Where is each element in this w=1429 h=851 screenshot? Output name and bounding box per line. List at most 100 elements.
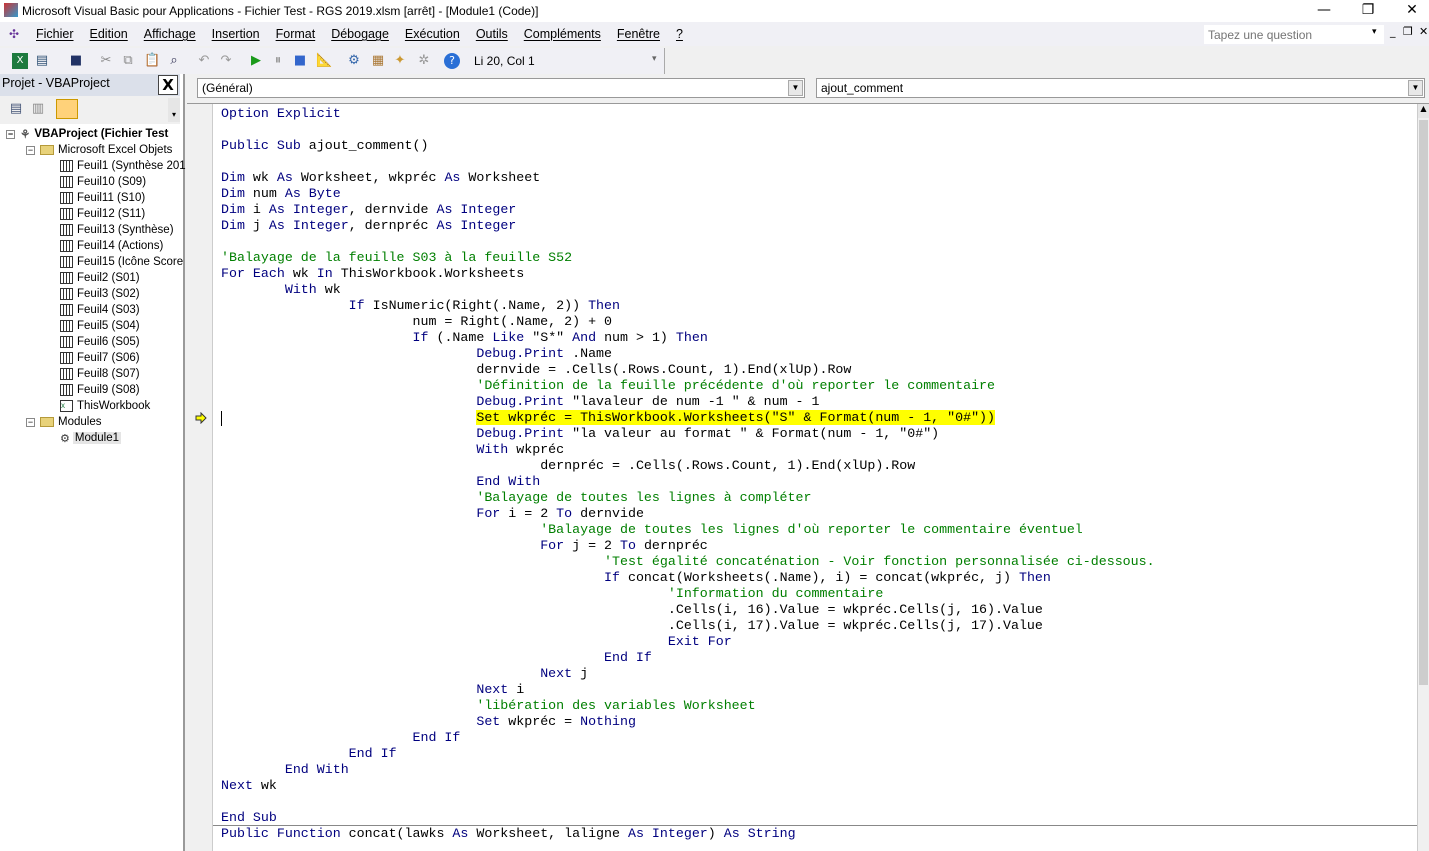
code-line[interactable]: Dim j As Integer, dernpréc As Integer	[221, 218, 1155, 234]
tree-item-sheet[interactable]: Feuil3 (S02)	[60, 286, 140, 302]
code-line[interactable]: num = Right(.Name, 2) + 0	[221, 314, 1155, 330]
code-line[interactable]: Set wkpréc = ThisWorkbook.Worksheets("S"…	[221, 410, 1155, 426]
redo-icon[interactable]: ↷	[218, 53, 234, 69]
object-browser-icon[interactable]: ✦	[392, 53, 408, 69]
project-explorer-close-button[interactable]: X	[158, 75, 178, 95]
copy-icon[interactable]: ⧉	[120, 53, 136, 69]
code-line[interactable]: Next wk	[221, 778, 1155, 794]
tree-item-sheet[interactable]: Feuil1 (Synthèse 201	[60, 158, 186, 174]
tree-item-sheet[interactable]: Feuil7 (S06)	[60, 350, 140, 366]
child-minimize-button[interactable]: _	[1390, 25, 1396, 38]
code-line[interactable]: Dim num As Byte	[221, 186, 1155, 202]
design-mode-icon[interactable]: 📐	[316, 53, 332, 69]
procedure-combo[interactable]: ajout_comment ▼	[816, 78, 1425, 98]
code-line[interactable]: End Sub	[221, 810, 1155, 826]
code-line[interactable]: Exit For	[221, 634, 1155, 650]
menu-9[interactable]: Fenêtre	[609, 27, 668, 41]
vba-menu-icon[interactable]: ✣	[0, 27, 28, 41]
undo-icon[interactable]: ↶	[196, 53, 212, 69]
chevron-down-icon[interactable]: ▼	[788, 80, 803, 96]
code-line[interactable]: End With	[221, 474, 1155, 490]
menu-3[interactable]: Insertion	[204, 27, 268, 41]
pause-icon[interactable]: ⏸	[270, 53, 286, 69]
tree-item-module1[interactable]: ⚙ Module1	[60, 430, 121, 446]
code-line[interactable]: dernpréc = .Cells(.Rows.Count, 1).End(xl…	[221, 458, 1155, 474]
project-explorer-icon[interactable]: ⚙	[346, 53, 362, 69]
menu-0[interactable]: Fichier	[28, 27, 82, 41]
code-line[interactable]: 'libération des variables Worksheet	[221, 698, 1155, 714]
project-scroll-down[interactable]: ▾	[168, 98, 180, 122]
help-dropdown-icon[interactable]: ▾	[1372, 27, 1377, 37]
collapse-icon[interactable]: −	[26, 145, 35, 155]
reset-icon[interactable]: ■	[292, 53, 308, 69]
tree-folder-modules[interactable]: − Modules	[26, 414, 101, 430]
tree-item-sheet[interactable]: Feuil2 (S01)	[60, 270, 140, 286]
code-line[interactable]: Set wkpréc = Nothing	[221, 714, 1155, 730]
help-icon[interactable]: ?	[444, 53, 460, 69]
tree-item-sheet[interactable]: Feuil9 (S08)	[60, 382, 140, 398]
code-line[interactable]: dernvide = .Cells(.Rows.Count, 1).End(xl…	[221, 362, 1155, 378]
menu-1[interactable]: Edition	[82, 27, 136, 41]
tree-item-sheet[interactable]: Feuil10 (S09)	[60, 174, 146, 190]
view-code-icon[interactable]: ▤	[8, 101, 24, 117]
code-line[interactable]: End If	[221, 746, 1155, 762]
code-line[interactable]: 'Test égalité concaténation - Voir fonct…	[221, 554, 1155, 570]
tree-root[interactable]: − ⚘ VBAProject (Fichier Test	[6, 126, 168, 142]
properties-icon[interactable]: ▦	[370, 53, 386, 69]
code-line[interactable]: 'Balayage de toutes les lignes à complét…	[221, 490, 1155, 506]
menu-10[interactable]: ?	[668, 27, 691, 41]
code-line[interactable]: Dim i As Integer, dernvide As Integer	[221, 202, 1155, 218]
code-line[interactable]: Debug.Print "lavaleur de num -1 " & num …	[221, 394, 1155, 410]
find-icon[interactable]: ⌕	[166, 53, 182, 69]
menu-6[interactable]: Exécution	[397, 27, 468, 41]
close-button[interactable]: ✕	[1392, 0, 1429, 22]
toggle-folders-icon[interactable]	[56, 99, 78, 119]
toolbar-options-icon[interactable]: ▾	[652, 54, 657, 64]
code-line[interactable]: .Cells(i, 16).Value = wkpréc.Cells(j, 16…	[221, 602, 1155, 618]
save-icon[interactable]: ■	[68, 53, 84, 69]
code-line[interactable]: Dim wk As Worksheet, wkpréc As Worksheet	[221, 170, 1155, 186]
paste-icon[interactable]: 📋	[144, 53, 160, 69]
tree-item-sheet[interactable]: Feuil13 (Synthèse)	[60, 222, 174, 238]
code-line[interactable]	[221, 154, 1155, 170]
code-line[interactable]	[221, 122, 1155, 138]
code-editor[interactable]: Option Explicit Public Sub ajout_comment(…	[221, 106, 1155, 842]
scroll-thumb[interactable]	[1419, 120, 1428, 685]
code-line[interactable]: .Cells(i, 17).Value = wkpréc.Cells(j, 17…	[221, 618, 1155, 634]
tree-item-sheet[interactable]: Feuil8 (S07)	[60, 366, 140, 382]
tree-folder-objects[interactable]: − Microsoft Excel Objets	[26, 142, 172, 158]
insert-userform-icon[interactable]: ▤	[34, 53, 50, 69]
margin-indicator-bar[interactable]	[187, 104, 213, 851]
tree-item-sheet[interactable]: Feuil6 (S05)	[60, 334, 140, 350]
code-line[interactable]: Next j	[221, 666, 1155, 682]
cut-icon[interactable]: ✂	[98, 53, 114, 69]
code-line[interactable]: Debug.Print .Name	[221, 346, 1155, 362]
code-line[interactable]: If concat(Worksheets(.Name), i) = concat…	[221, 570, 1155, 586]
run-icon[interactable]: ▶	[248, 53, 264, 69]
menu-2[interactable]: Affichage	[136, 27, 204, 41]
menu-7[interactable]: Outils	[468, 27, 516, 41]
restore-button[interactable]: ❐	[1348, 0, 1388, 22]
code-line[interactable]: If (.Name Like "S*" And num > 1) Then	[221, 330, 1155, 346]
code-line[interactable]: 'Balayage de la feuille S03 à la feuille…	[221, 250, 1155, 266]
code-line[interactable]: End With	[221, 762, 1155, 778]
vertical-scrollbar[interactable]: ▲	[1417, 104, 1429, 851]
scroll-up-button[interactable]: ▲	[1418, 104, 1429, 118]
tree-item-sheet[interactable]: Feuil4 (S03)	[60, 302, 140, 318]
code-line[interactable]: For i = 2 To dernvide	[221, 506, 1155, 522]
code-line[interactable]: End If	[221, 730, 1155, 746]
code-line[interactable]: With wkpréc	[221, 442, 1155, 458]
minimize-button[interactable]: —	[1304, 0, 1344, 22]
menu-5[interactable]: Débogage	[323, 27, 397, 41]
code-line[interactable]: 'Définition de la feuille précédente d'o…	[221, 378, 1155, 394]
code-line[interactable]: Option Explicit	[221, 106, 1155, 122]
code-line[interactable]	[221, 234, 1155, 250]
collapse-icon[interactable]: −	[26, 417, 35, 427]
code-line[interactable]: If IsNumeric(Right(.Name, 2)) Then	[221, 298, 1155, 314]
tree-item-sheet[interactable]: Feuil14 (Actions)	[60, 238, 163, 254]
code-line[interactable]: For Each wk In ThisWorkbook.Worksheets	[221, 266, 1155, 282]
code-line[interactable]: End If	[221, 650, 1155, 666]
view-object-icon[interactable]: ▥	[30, 101, 46, 117]
code-line[interactable]: Debug.Print "la valeur au format " & For…	[221, 426, 1155, 442]
code-line[interactable]: With wk	[221, 282, 1155, 298]
